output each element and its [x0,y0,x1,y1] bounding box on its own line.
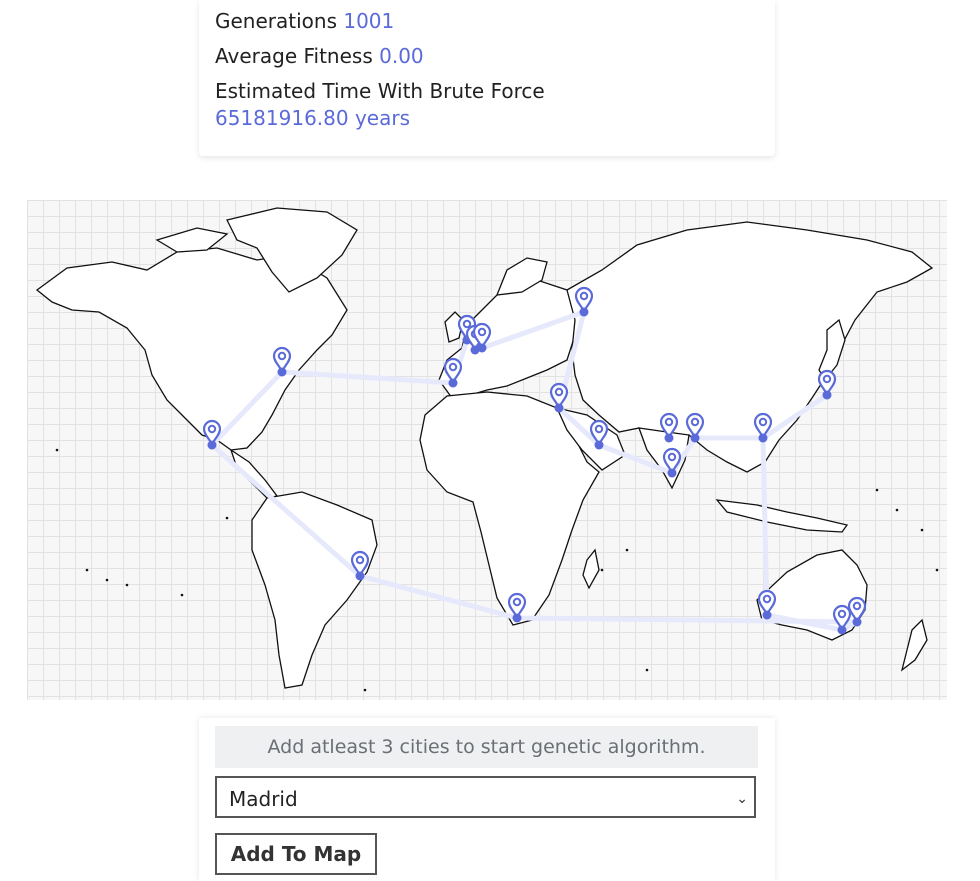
city-select[interactable]: Madrid ⌄ [215,776,756,818]
map-canvas[interactable] [27,200,947,700]
brute-force-label: Estimated Time With Brute Force [215,79,545,103]
generations-label: Generations [215,9,337,33]
fitness-label: Average Fitness [215,44,373,68]
add-to-map-button[interactable]: Add To Map [215,833,377,875]
fitness-value: 0.00 [379,44,424,68]
brute-force-value: 65181916.80 years [215,106,410,130]
generations-stat: Generations 1001 [215,9,394,33]
controls-card: Add atleast 3 cities to start genetic al… [199,718,775,881]
generations-value: 1001 [343,9,395,33]
chevron-down-icon: ⌄ [736,791,748,807]
world-map[interactable] [27,200,947,700]
start-notice: Add atleast 3 cities to start genetic al… [215,726,758,768]
city-select-value: Madrid [229,787,298,811]
stats-card: Generations 1001 Average Fitness 0.00 Es… [199,0,775,156]
fitness-stat: Average Fitness 0.00 [215,44,424,68]
